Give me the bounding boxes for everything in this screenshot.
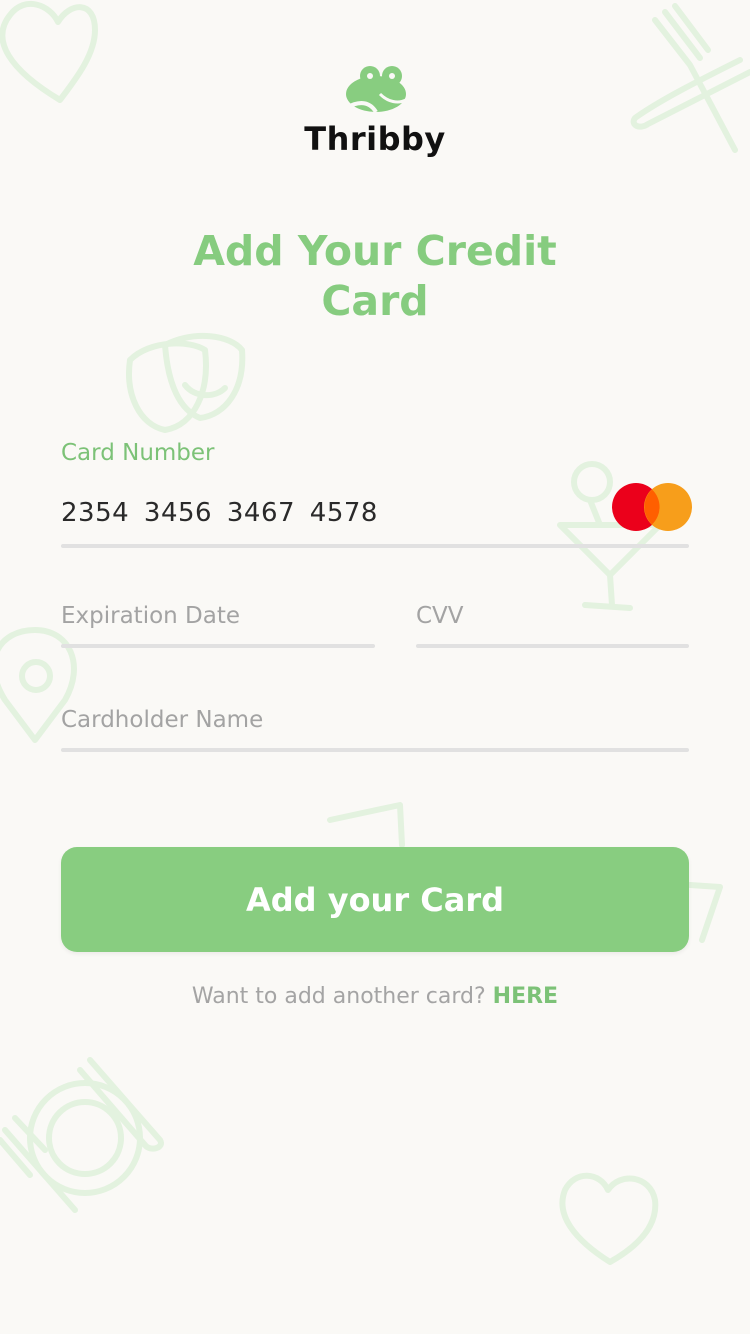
mastercard-icon: [612, 483, 692, 531]
add-card-button[interactable]: Add your Card: [61, 847, 689, 952]
cardholder-name-underline: [61, 748, 689, 752]
logo-wordmark: Thribby: [304, 120, 446, 158]
frog-icon: [345, 66, 407, 114]
add-another-card-text: Want to add another card?: [191, 984, 493, 1009]
theater-masks-icon: [126, 332, 246, 433]
plate-cutlery-icon: [0, 1057, 164, 1213]
card-number-label: Card Number: [61, 440, 215, 466]
cvv-underline: [416, 644, 689, 648]
add-card-button-label: Add your Card: [245, 880, 505, 919]
expiration-date-underline: [61, 644, 375, 648]
add-another-card-prompt: Want to add another card? HERE: [0, 984, 750, 1009]
expiration-date-field[interactable]: Expiration Date: [61, 603, 240, 629]
heart-icon: [559, 1172, 659, 1265]
card-number-underline: [61, 544, 689, 548]
add-another-card-link[interactable]: HERE: [493, 984, 558, 1009]
cvv-field[interactable]: CVV: [416, 603, 464, 629]
app-logo: Thribby: [0, 64, 750, 158]
cardholder-name-field[interactable]: Cardholder Name: [61, 707, 263, 733]
card-number-input[interactable]: 2354 3456 3467 4578: [61, 498, 378, 528]
page-title: Add Your Credit Card: [193, 227, 557, 325]
background-pattern: [0, 1, 750, 1265]
